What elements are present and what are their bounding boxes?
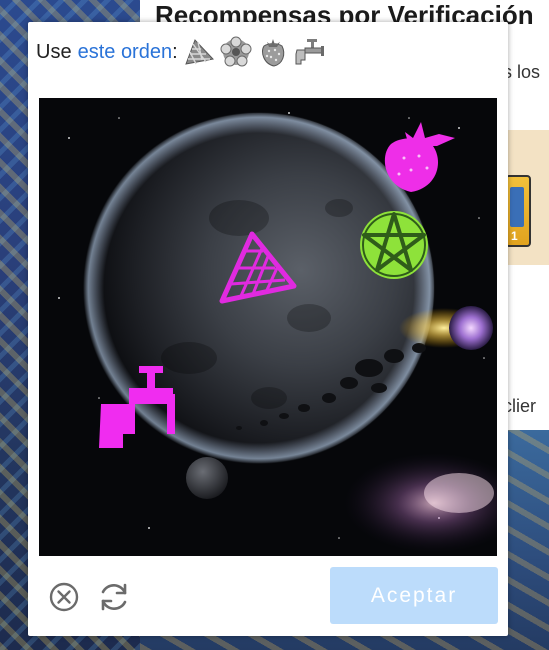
pizza-slice-icon [184,39,214,65]
flower-pentacle-icon [220,36,252,67]
background-text: s los [503,62,541,82]
instruction-suffix: : [172,40,178,63]
faucet-icon [295,39,324,65]
accept-button[interactable]: Aceptar [330,567,498,624]
target-order-icons [182,36,327,68]
captcha-dialog: Use este orden : Aceptar [28,22,508,636]
instruction-prefix: Use [36,40,72,63]
strawberry-icon [261,39,284,67]
order-help-link[interactable]: este orden [78,41,173,64]
reward-count: 1 [511,229,518,243]
background-reward-card: 1 [505,175,531,247]
refresh-icon[interactable] [96,579,132,615]
close-circle-icon[interactable] [46,579,82,615]
captcha-instruction: Use este orden : [36,36,327,68]
pentacle-icon [360,211,428,279]
captcha-challenge-image[interactable] [39,98,497,556]
